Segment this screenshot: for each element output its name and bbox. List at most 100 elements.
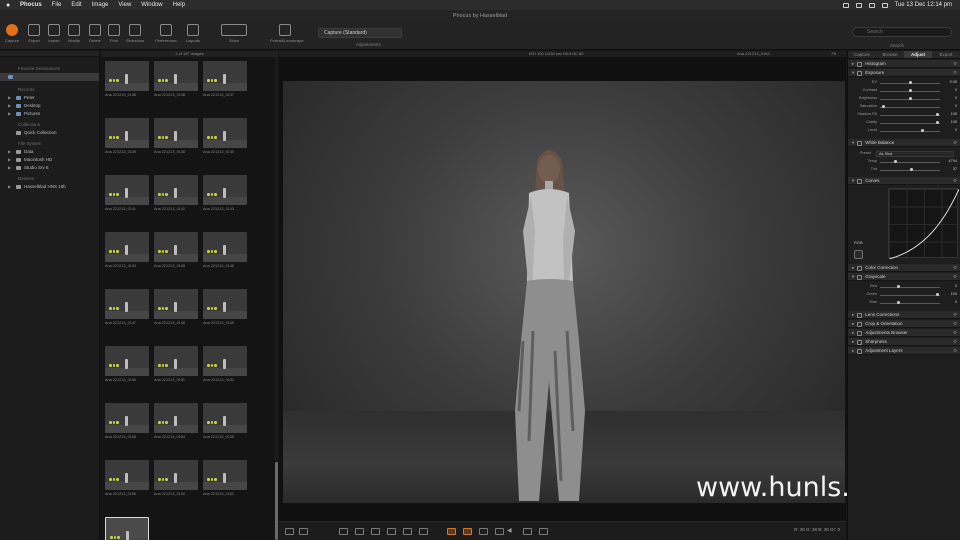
thumbnail[interactable] xyxy=(154,175,198,205)
slider-knob[interactable] xyxy=(908,81,912,84)
previous-image-icon[interactable]: ◀ xyxy=(507,528,516,535)
layouts-button[interactable]: Layouts xyxy=(181,24,205,43)
single-view-icon[interactable] xyxy=(299,528,308,535)
thumbnail[interactable] xyxy=(154,403,198,433)
control-center-icon[interactable] xyxy=(881,2,888,8)
slider-value[interactable]: 37 xyxy=(953,167,957,171)
sidebar-item[interactable]: ▶ Desktop xyxy=(0,102,99,110)
exposure-warning-icon[interactable] xyxy=(463,528,472,535)
slider-value[interactable]: 0 xyxy=(955,104,957,108)
thumbnail[interactable] xyxy=(154,346,198,376)
preferences-button[interactable]: Preferences xyxy=(154,24,178,43)
thumbnail[interactable] xyxy=(203,118,247,148)
slider-track[interactable] xyxy=(880,107,940,108)
focus-mask-icon[interactable] xyxy=(495,528,504,535)
slideshow-button[interactable]: Slideshow xyxy=(123,24,147,43)
slider-value[interactable]: 0.00 xyxy=(950,80,957,84)
thumbnail[interactable] xyxy=(154,460,198,490)
slider-track[interactable] xyxy=(880,287,940,288)
tool-options-icon[interactable]: ⚙ xyxy=(953,347,957,355)
menu-help[interactable]: Help xyxy=(173,2,185,8)
slider-knob[interactable] xyxy=(881,105,885,108)
slider-track[interactable] xyxy=(880,295,940,296)
sidebar-item[interactable]: ▶ Hasselblad HNS 10b xyxy=(0,183,99,191)
slider-knob[interactable] xyxy=(935,293,939,296)
tool-white-balance[interactable]: ▾ White Balance ⚙ xyxy=(848,139,960,147)
disclosure-icon[interactable]: ▶ xyxy=(8,156,13,164)
slider-track[interactable] xyxy=(880,131,940,132)
tool-sharpness[interactable]: ▸ Sharpness ⚙ xyxy=(848,338,960,346)
thumbnail[interactable] xyxy=(105,232,149,262)
slider-track[interactable] xyxy=(880,123,940,124)
thumbnail[interactable] xyxy=(105,61,149,91)
tool-crop[interactable]: ▸ Crop & Orientation ⚙ xyxy=(848,320,960,328)
disclosure-icon[interactable]: ▶ xyxy=(8,102,13,110)
slider-knob[interactable] xyxy=(909,168,913,171)
tab-browse[interactable]: Browse xyxy=(876,51,904,58)
picker-tool-icon[interactable] xyxy=(371,528,380,535)
overlay-icon[interactable] xyxy=(447,528,456,535)
slider-track[interactable] xyxy=(880,303,940,304)
disclosure-icon[interactable]: ▶ xyxy=(8,94,13,102)
slider-knob[interactable] xyxy=(920,129,924,132)
status-icon[interactable] xyxy=(842,2,849,8)
wb-preset-select[interactable]: As Shot xyxy=(876,151,954,157)
tool-options-icon[interactable]: ⚙ xyxy=(953,60,957,68)
slider-track[interactable] xyxy=(880,162,940,163)
thumbnail[interactable] xyxy=(105,403,149,433)
disclosure-icon[interactable]: ▶ xyxy=(8,183,13,191)
tool-options-icon[interactable]: ⚙ xyxy=(953,177,957,185)
tool-options-icon[interactable]: ⚙ xyxy=(953,311,957,319)
tab-adjust[interactable]: Adjust xyxy=(904,51,932,58)
search-input[interactable]: Search xyxy=(852,27,952,37)
adjustments-preset-select[interactable]: Capture (Standard) xyxy=(318,28,402,38)
compare-view-icon[interactable] xyxy=(285,528,294,535)
rotate-icon[interactable] xyxy=(539,528,548,535)
preview-image[interactable] xyxy=(283,81,845,503)
tool-color-correction[interactable]: ▸ Color Correction ⚙ xyxy=(848,264,960,272)
tool-options-icon[interactable]: ⚙ xyxy=(953,338,957,346)
menu-window[interactable]: Window xyxy=(141,2,162,8)
thumbnail[interactable] xyxy=(105,118,149,148)
tool-options-icon[interactable]: ⚙ xyxy=(953,69,957,77)
sidebar-item[interactable]: ▶ Macintosh HD xyxy=(0,156,99,164)
thumbnail[interactable] xyxy=(203,175,247,205)
menubar-clock[interactable]: Tue 13 Dec 12:14 pm xyxy=(895,2,952,8)
menu-image[interactable]: Image xyxy=(92,2,109,8)
sidebar-item[interactable]: ▶ Studio Srv 8 xyxy=(0,164,99,172)
thumbnail[interactable] xyxy=(203,289,247,319)
thumbnail[interactable] xyxy=(154,118,198,148)
slider-knob[interactable] xyxy=(908,89,912,92)
tool-adjustments-browser[interactable]: ▸ Adjustments Browser ⚙ xyxy=(848,329,960,337)
tool-curves[interactable]: ▾ Curves ⚙ xyxy=(848,177,960,185)
menu-edit[interactable]: Edit xyxy=(71,2,81,8)
zoom-tool-icon[interactable] xyxy=(419,528,428,535)
slider-knob[interactable] xyxy=(935,113,939,116)
crop-tool-icon[interactable] xyxy=(339,528,348,535)
sidebar-item[interactable]: ▶ Data xyxy=(0,148,99,156)
slider-knob[interactable] xyxy=(935,121,939,124)
menu-app[interactable]: Phocus xyxy=(20,2,42,8)
slider-value[interactable]: 100 xyxy=(951,112,957,116)
slider-value[interactable]: 100 xyxy=(951,292,957,296)
slider-value[interactable]: 0 xyxy=(955,88,957,92)
tool-options-icon[interactable]: ⚙ xyxy=(953,320,957,328)
disclosure-icon[interactable]: ▶ xyxy=(8,164,13,172)
thumbnail[interactable] xyxy=(105,346,149,376)
thumbnail[interactable] xyxy=(105,460,149,490)
slider-knob[interactable] xyxy=(896,301,900,304)
disclosure-icon[interactable]: ▶ xyxy=(8,110,13,118)
slider-knob[interactable] xyxy=(896,285,900,288)
wifi-icon[interactable] xyxy=(868,2,875,8)
menu-view[interactable]: View xyxy=(118,2,131,8)
thumbnail[interactable] xyxy=(154,61,198,91)
curves-graph[interactable] xyxy=(888,188,959,259)
hand-tool-icon[interactable] xyxy=(403,528,412,535)
sidebar-item[interactable]: ▶ Peter xyxy=(0,94,99,102)
sidebar-item[interactable]: ▶ Pictures xyxy=(0,110,99,118)
tool-adjustment-layers[interactable]: ▸ Adjustment Layers ⚙ xyxy=(848,347,960,355)
sidebar-favorites[interactable]: Favorite Destinations xyxy=(0,64,99,73)
thumbnail[interactable] xyxy=(203,232,247,262)
portrait-landscape-button[interactable]: Portrait/Landscape xyxy=(270,24,304,43)
slider-value[interactable]: 4794 xyxy=(949,159,957,163)
